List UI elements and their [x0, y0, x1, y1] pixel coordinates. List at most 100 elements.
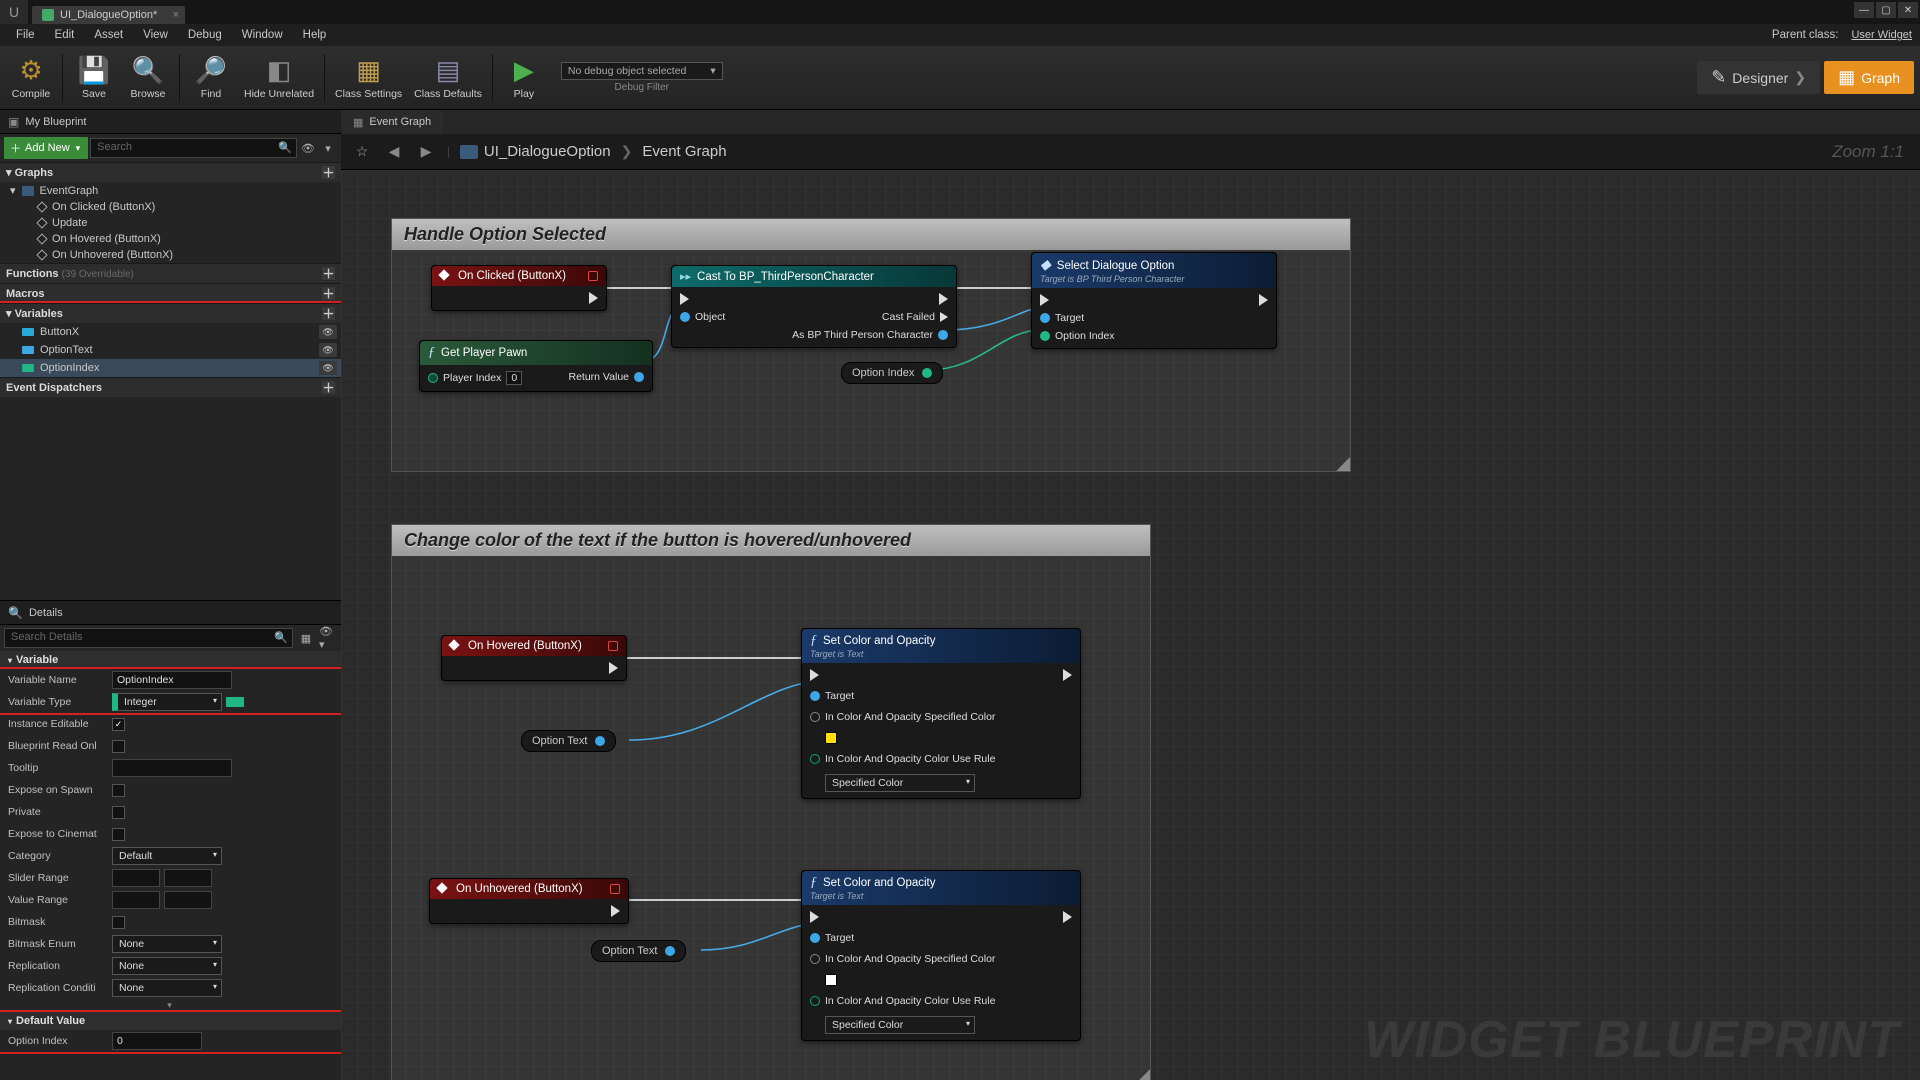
exec-out-pin[interactable] [1063, 669, 1072, 681]
nav-forward-button[interactable]: ▶ [415, 141, 437, 163]
menu-edit[interactable]: Edit [45, 29, 85, 41]
menu-debug[interactable]: Debug [178, 29, 232, 41]
add-function-button[interactable]: ＋ [322, 267, 335, 280]
visibility-toggle[interactable]: 👁 [319, 343, 337, 357]
minimize-button[interactable]: — [1854, 2, 1874, 18]
menu-view[interactable]: View [133, 29, 178, 41]
menu-help[interactable]: Help [293, 29, 337, 41]
add-macro-button[interactable]: ＋ [322, 287, 335, 300]
read-only-checkbox[interactable] [112, 740, 125, 753]
node-on-clicked[interactable]: On Clicked (ButtonX) [431, 265, 607, 311]
browse-button[interactable]: 🔍Browse [121, 48, 175, 108]
details-tab[interactable]: 🔍Details [0, 601, 341, 625]
option-index-pin[interactable]: Option Index [1040, 330, 1115, 342]
view-options-button[interactable]: 👁 [299, 139, 317, 157]
close-tab-icon[interactable]: × [173, 9, 179, 21]
exec-in-pin[interactable] [1040, 294, 1115, 306]
document-tab[interactable]: UI_DialogueOption* × [32, 6, 185, 24]
add-dispatcher-button[interactable]: ＋ [322, 381, 335, 394]
var-out-pin[interactable] [665, 946, 675, 956]
node-set-color-2[interactable]: ƒSet Color and OpacityTarget is Text Tar… [801, 870, 1081, 1041]
variable-item-selected[interactable]: OptionIndex👁 [0, 359, 341, 377]
container-type-button[interactable] [226, 697, 244, 707]
menu-window[interactable]: Window [232, 29, 293, 41]
view-options-button[interactable]: 👁▾ [319, 629, 337, 647]
bitmask-enum-combo[interactable]: None [112, 935, 222, 953]
close-window-button[interactable]: ✕ [1898, 2, 1918, 18]
class-settings-button[interactable]: ▦Class Settings [329, 48, 408, 108]
variable-item[interactable]: OptionText👁 [0, 341, 341, 359]
private-checkbox[interactable] [112, 806, 125, 819]
exec-out-pin[interactable] [609, 662, 618, 674]
class-defaults-button[interactable]: ▤Class Defaults [408, 48, 488, 108]
add-variable-button[interactable]: ＋ [322, 307, 335, 320]
variable-name-input[interactable] [112, 671, 232, 689]
hide-unrelated-button[interactable]: ◧Hide Unrelated [238, 48, 320, 108]
designer-mode-button[interactable]: ✎Designer❯ [1697, 61, 1820, 94]
view-dropdown-icon[interactable]: ▾ [319, 139, 337, 157]
parent-class-link[interactable]: User Widget [1851, 29, 1912, 41]
category-macros[interactable]: Macros＋ [0, 283, 341, 303]
add-graph-button[interactable]: ＋ [322, 166, 335, 179]
node-on-unhovered[interactable]: On Unhovered (ButtonX) [429, 878, 629, 924]
node-select-dialogue[interactable]: ◆Select Dialogue OptionTarget is BP Thir… [1031, 252, 1277, 349]
variable-type-combo[interactable]: Integer [112, 693, 222, 711]
comment-title[interactable]: Change color of the text if the button i… [392, 525, 1150, 556]
event-graph-tab[interactable]: ▦Event Graph [341, 110, 443, 134]
cast-failed-pin[interactable]: Cast Failed [792, 311, 948, 323]
category-variables[interactable]: ▾ Variables＋ [0, 303, 341, 323]
exec-out-pin[interactable] [792, 293, 948, 305]
resize-handle[interactable] [1136, 1069, 1150, 1080]
details-search[interactable]: Search Details🔍 [4, 628, 293, 648]
exec-in-pin[interactable] [810, 669, 995, 681]
target-pin[interactable]: Target [810, 932, 995, 944]
var-out-pin[interactable] [922, 368, 932, 378]
replication-condition-combo[interactable]: None [112, 979, 222, 997]
event-item[interactable]: On Clicked (ButtonX) [0, 199, 341, 215]
visibility-toggle[interactable]: 👁 [319, 325, 337, 339]
save-button[interactable]: 💾Save [67, 48, 121, 108]
node-get-player-pawn[interactable]: ƒGet Player Pawn Player Index 0 Return V… [419, 340, 653, 392]
node-option-text-var[interactable]: Option Text [521, 730, 616, 752]
object-pin[interactable]: Object [680, 311, 725, 323]
exec-out-pin[interactable] [589, 292, 598, 304]
rule-pin[interactable]: In Color And Opacity Color Use Rule [810, 753, 995, 765]
color-pin[interactable]: In Color And Opacity Specified Color [810, 953, 995, 965]
slider-max-input[interactable] [164, 869, 212, 887]
slider-min-input[interactable] [112, 869, 160, 887]
graph-canvas[interactable]: Handle Option Selected On Clicked (Butto… [341, 170, 1920, 1080]
exec-in-pin[interactable] [680, 293, 725, 305]
value-max-input[interactable] [164, 891, 212, 909]
menu-asset[interactable]: Asset [84, 29, 133, 41]
value-min-input[interactable] [112, 891, 160, 909]
expose-spawn-checkbox[interactable] [112, 784, 125, 797]
exec-out-pin[interactable] [1259, 294, 1268, 306]
category-default-value[interactable]: Default Value [0, 1012, 341, 1030]
property-matrix-button[interactable]: ▦ [297, 629, 315, 647]
node-on-hovered[interactable]: On Hovered (ButtonX) [441, 635, 627, 681]
category-graphs[interactable]: ▾ Graphs＋ [0, 162, 341, 182]
delegate-pin[interactable] [610, 884, 620, 894]
find-button[interactable]: 🔎Find [184, 48, 238, 108]
category-dispatchers[interactable]: Event Dispatchers＋ [0, 377, 341, 397]
add-new-button[interactable]: ＋Add New [4, 137, 88, 159]
comment-title[interactable]: Handle Option Selected [392, 219, 1350, 250]
replication-combo[interactable]: None [112, 957, 222, 975]
event-item[interactable]: On Hovered (ButtonX) [0, 231, 341, 247]
category-functions[interactable]: Functions (39 Overridable)＋ [0, 263, 341, 283]
rule-combo[interactable]: Specified Color [825, 1016, 975, 1034]
default-value-input[interactable] [112, 1032, 202, 1050]
favorite-button[interactable]: ☆ [351, 141, 373, 163]
as-character-pin[interactable]: As BP Third Person Character [792, 329, 948, 341]
delegate-pin[interactable] [588, 271, 598, 281]
player-index-pin[interactable]: Player Index 0 [428, 371, 522, 385]
cinematics-checkbox[interactable] [112, 828, 125, 841]
graph-mode-button[interactable]: ▦Graph [1824, 61, 1914, 94]
eventgraph-item[interactable]: ▾EventGraph [0, 182, 341, 199]
node-option-text-var[interactable]: Option Text [591, 940, 686, 962]
nav-back-button[interactable]: ◀ [383, 141, 405, 163]
return-value-pin[interactable]: Return Value [568, 371, 644, 383]
color-swatch[interactable] [825, 732, 837, 744]
exec-out-pin[interactable] [611, 905, 620, 917]
event-item[interactable]: On Unhovered (ButtonX) [0, 247, 341, 263]
